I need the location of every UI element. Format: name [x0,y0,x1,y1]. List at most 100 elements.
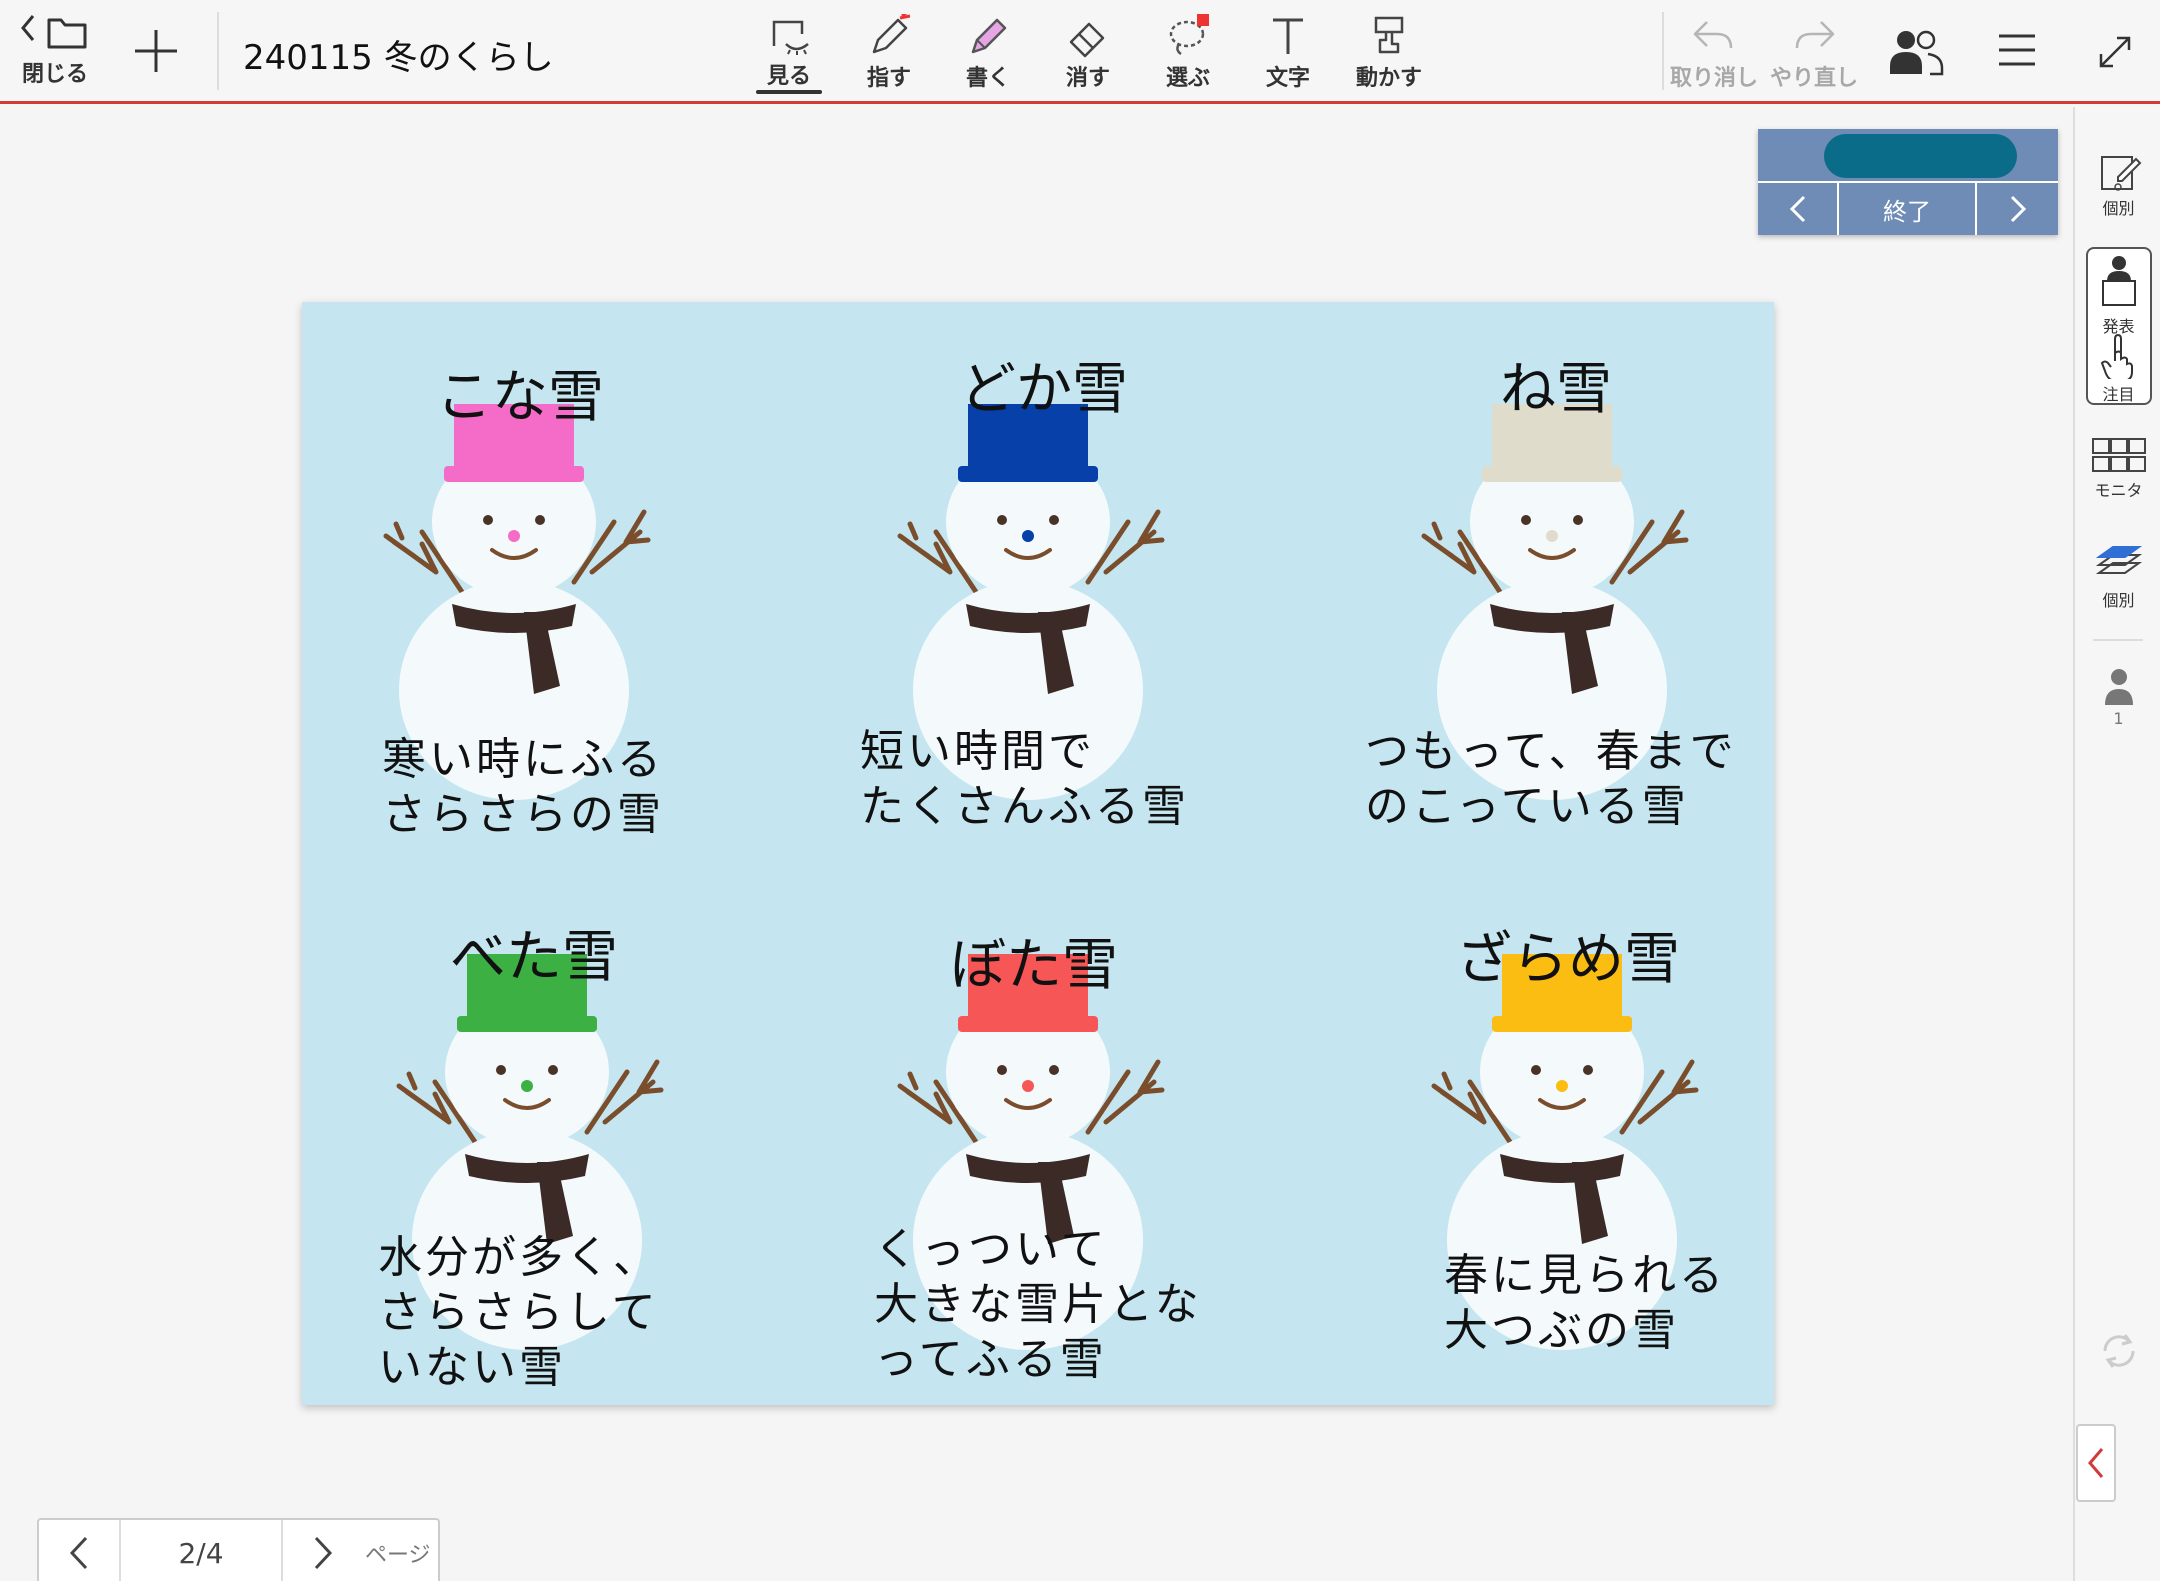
sidebar-label-layers: 個別 [2102,591,2135,610]
nose [1546,530,1558,542]
undo-button[interactable]: 取り消し [1668,14,1760,92]
nose [521,1080,533,1092]
next-button[interactable] [1977,183,2058,235]
snowman-title: ね雪 [1500,357,1612,422]
snowman-title: ざらめ雪 [1456,927,1680,992]
left-eye [483,515,493,525]
tool-text-label: 文字 [1265,66,1310,91]
hat-brim [958,1016,1098,1032]
snowman-description: 短い時間で たくさんふる雪 [860,726,1189,832]
view-icon [772,20,809,55]
pointer-pen-icon [872,14,911,54]
redo-label: やり直し [1769,66,1858,91]
nose [1022,530,1034,542]
snowman-description: 寒い時にふる さらさらの雪 [382,734,664,840]
right-sidebar: 個別 発表 注目 モニタ 個別 1 [2073,107,2160,1581]
nose [508,530,520,542]
right-eye [1049,1065,1059,1075]
snowman-title: どか雪 [960,357,1128,422]
chevron-right-icon [314,1536,333,1570]
attention-hand-icon [2100,333,2133,379]
sidebar-item-attention[interactable]: 注目 [2075,333,2160,405]
undo-icon [1693,21,1733,49]
sidebar-label-attention: 注目 [2102,385,2135,404]
plus-icon [135,30,177,72]
left-eye [1531,1065,1541,1075]
tool-move[interactable]: 動かす [1346,14,1432,92]
move-hand-icon [1374,16,1404,54]
sync-button[interactable] [2075,1327,2160,1375]
snowman-title: ぼた雪 [950,933,1118,998]
expand-button[interactable] [2092,32,2138,72]
hat-brim [444,466,584,482]
layers-icon [2095,546,2142,574]
folder-back-icon [21,15,87,49]
right-eye [1583,1065,1593,1075]
expand-icon [2099,36,2131,68]
previous-page-button[interactable] [39,1520,121,1581]
toolbar-divider-right [1662,12,1664,90]
toolbar-divider [217,12,219,90]
tool-text[interactable]: 文字 [1248,14,1328,92]
slide-canvas[interactable]: こな雪寒い時にふる さらさらの雪 どか雪短い時間で たくさんふる雪 ね雪つもって、春… [302,302,1774,1405]
session-control-panel: 終了 [1758,129,2058,235]
add-page-button[interactable] [128,26,184,76]
individual-edit-icon [2100,156,2141,191]
next-page-button[interactable] [281,1520,363,1581]
hamburger-menu-icon [1999,34,2035,66]
document-title: 240115 冬のくらし [243,38,554,78]
top-toolbar: 閉じる 240115 冬のくらし 見る 指す 書く 消す 選ぶ 文字 動かす 取… [0,0,2160,104]
active-tool-indicator [756,90,822,94]
sidebar-collapse-tab[interactable] [2076,1424,2116,1502]
tool-erase[interactable]: 消す [1048,14,1128,92]
snowman-description: つもって、春まで のこっている雪 [1365,726,1737,832]
tool-point[interactable]: 指す [849,14,929,92]
user-icon [2104,669,2133,705]
monitor-grid-icon [2091,438,2146,472]
tool-view-label: 見る [766,64,811,89]
hat-brim [1492,1016,1632,1032]
user-count: 1 [2113,709,2124,728]
snowman-description: くっついて 大きな雪片とな ってふる雪 [874,1224,1202,1385]
tool-move-label: 動かす [1355,66,1422,91]
sidebar-divider [2093,639,2143,641]
sidebar-label-monitor: モニタ [2094,481,2143,500]
menu-button[interactable] [1992,30,2042,70]
tool-write-label: 書く [965,66,1010,91]
status-pill[interactable] [1824,134,2017,178]
chevron-left-icon [69,1536,88,1570]
chevron-right-icon [2010,195,2026,223]
snowman-description: 春に見られる 大つぶの雪 [1444,1250,1726,1356]
participants-button[interactable] [1884,28,1946,78]
tool-view[interactable]: 見る [749,16,829,90]
sidebar-item-presentation[interactable]: 発表 [2075,253,2160,337]
presentation-icon [2101,256,2136,306]
left-eye [1521,515,1531,525]
end-button[interactable]: 終了 [1839,183,1977,235]
hat-brim [958,466,1098,482]
sidebar-item-layers[interactable]: 個別 [2075,543,2160,611]
eraser-icon [1069,22,1105,58]
previous-button[interactable] [1758,183,1839,235]
tool-erase-label: 消す [1065,66,1110,91]
lasso-select-icon [1169,14,1209,56]
page-indicator: 2/4 [178,1536,224,1570]
snowman-title: こな雪 [436,365,604,430]
redo-icon [1795,21,1835,49]
right-eye [535,515,545,525]
redo-button[interactable]: やり直し [1768,14,1860,92]
right-eye [548,1065,558,1075]
sidebar-item-monitor[interactable]: モニタ [2075,435,2160,501]
tool-write[interactable]: 書く [948,14,1028,92]
chevron-left-icon [2088,1448,2104,1478]
sidebar-item-individual[interactable]: 個別 [2075,147,2160,219]
left-eye [496,1065,506,1075]
sidebar-user-count[interactable]: 1 [2075,667,2160,728]
right-eye [1573,515,1583,525]
page-navigator: 2/4 ページ [37,1518,440,1581]
chevron-left-icon [1789,195,1805,223]
nose [1022,1080,1034,1092]
hat-brim [457,1016,597,1032]
tool-select[interactable]: 選ぶ [1148,14,1228,92]
close-button[interactable]: 閉じる [14,10,96,88]
